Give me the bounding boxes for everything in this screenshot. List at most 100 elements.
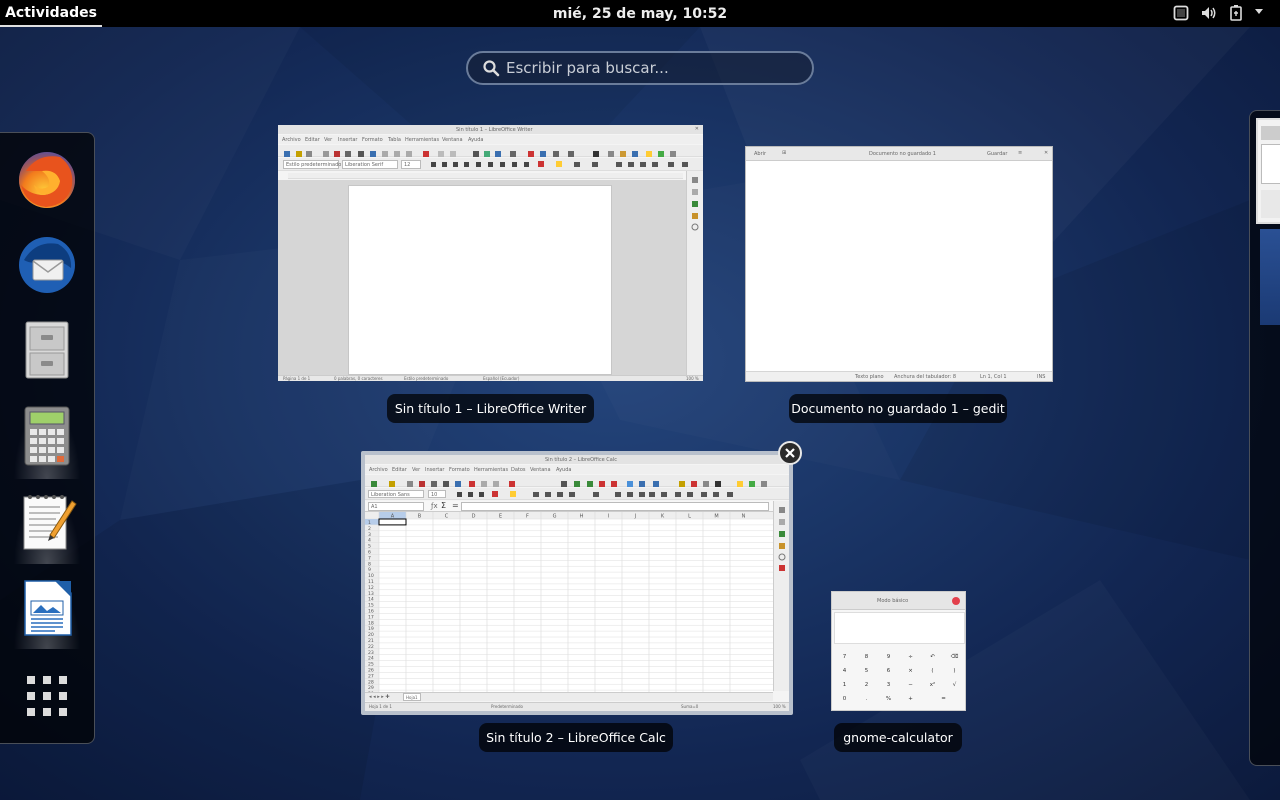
column-header[interactable]: H — [580, 514, 584, 520]
clock-label[interactable]: mié, 25 de may, 10:52 — [553, 6, 727, 22]
screen-icon[interactable] — [1173, 4, 1189, 22]
formatting-toolbar: Liberation Sans 10 — [365, 488, 789, 500]
workspace-1[interactable] — [1256, 118, 1280, 224]
calculator-key[interactable]: √ — [944, 678, 965, 691]
calculator-key[interactable]: ( — [922, 664, 943, 677]
calculator-key[interactable]: 8 — [856, 650, 877, 663]
calculator-key[interactable]: 4 — [834, 664, 855, 677]
clock: mié, 25 de may, 10:52 — [0, 0, 1280, 27]
window-calculator[interactable]: Modo básico 7 8 9 ÷ ↶ ⌫ 4 5 6 ×() 1 2 3− x² √ 0.% + = — [831, 591, 966, 711]
volume-icon[interactable] — [1200, 4, 1218, 22]
column-header[interactable]: L — [688, 514, 691, 520]
status-words: 0 palabras, 0 caracteres — [334, 376, 383, 381]
status-style: Estilo predeterminado — [404, 376, 449, 381]
column-header[interactable]: N — [742, 514, 746, 520]
column-header[interactable]: B — [418, 514, 422, 520]
calculator-key[interactable]: = — [922, 692, 965, 705]
calculator-display — [834, 612, 965, 644]
menu-item: Insertar — [425, 467, 445, 473]
window-caption[interactable]: Documento no guardado 1 – gedit — [789, 394, 1007, 423]
header-bar: Abrir ⊞ Documento no guardado 1 Guardar … — [746, 147, 1052, 161]
calculator-key[interactable]: − — [900, 678, 921, 691]
menu-item: Ver — [324, 137, 333, 143]
menu-item: Datos — [511, 467, 526, 473]
column-header[interactable]: F — [526, 514, 529, 520]
formula-bar: A1 ƒx Σ = — [365, 501, 773, 512]
activities-button[interactable]: Actividades — [0, 0, 102, 27]
calculator-key[interactable]: + — [900, 692, 921, 705]
column-header[interactable]: G — [553, 514, 557, 520]
calculator-key[interactable]: ) — [944, 664, 965, 677]
document-page[interactable] — [348, 185, 612, 375]
text-area[interactable] — [746, 161, 1052, 371]
window-caption[interactable]: Sin título 1 – LibreOffice Writer — [387, 394, 594, 423]
calculator-key[interactable]: 1 — [834, 678, 855, 691]
show-applications-button[interactable] — [14, 663, 80, 729]
menu-bar: Archivo Editar Ver Insertar Formato Herr… — [365, 465, 789, 474]
window-calc[interactable]: Sin título 2 – LibreOffice Calc Archivo … — [365, 455, 789, 711]
window-title: Sin título 1 – LibreOffice Writer — [456, 127, 533, 133]
thunderbird-icon — [19, 237, 75, 293]
window-caption[interactable]: Sin título 2 – LibreOffice Calc — [479, 723, 673, 752]
dash-item-firefox[interactable] — [14, 147, 80, 213]
window-gedit[interactable]: Abrir ⊞ Documento no guardado 1 Guardar … — [745, 146, 1053, 382]
search-box — [466, 51, 814, 85]
spreadsheet-grid[interactable]: A B C D E F G H I J K L M N12345678910111213141516171… — [365, 512, 773, 692]
status-style: Predeterminado — [491, 704, 523, 709]
calculator-key[interactable]: ÷ — [900, 650, 921, 663]
open-button: Abrir — [754, 151, 767, 157]
dash-item-gedit[interactable] — [14, 489, 80, 555]
column-header[interactable]: C — [445, 514, 449, 520]
window-writer[interactable]: Sin título 1 – LibreOffice Writer ✕ Arch… — [278, 125, 703, 381]
dash-item-thunderbird[interactable] — [14, 232, 80, 298]
calculator-key[interactable]: 5 — [856, 664, 877, 677]
status-bar: Texto plano Anchura del tabulador: 8 Ln … — [746, 371, 1052, 381]
battery-icon[interactable] — [1228, 4, 1244, 22]
menu-item: Editar — [305, 137, 320, 143]
status-bar: Página 1 de 1 0 palabras, 0 caracteres E… — [278, 375, 703, 381]
close-icon — [952, 597, 960, 605]
calculator-key[interactable]: 9 — [878, 650, 899, 663]
window-title: Documento no guardado 1 — [869, 151, 936, 157]
column-header[interactable]: D — [472, 514, 476, 520]
status-sheet: Hoja 1 de 1 — [369, 704, 392, 709]
column-header[interactable]: M — [714, 514, 718, 520]
format-icons — [457, 491, 733, 497]
column-header[interactable]: I — [608, 514, 609, 520]
calculator-key[interactable]: × — [900, 664, 921, 677]
calculator-key[interactable]: 7 — [834, 650, 855, 663]
chevron-down-icon[interactable] — [1254, 8, 1264, 16]
column-header[interactable]: J — [634, 514, 636, 520]
menu-item: Archivo — [282, 137, 301, 143]
calculator-key[interactable]: 6 — [878, 664, 899, 677]
calculator-key[interactable]: ⌫ — [944, 650, 965, 663]
calculator-key[interactable]: 3 — [878, 678, 899, 691]
tab-width-selector: Anchura del tabulador: 8 — [894, 374, 957, 380]
calculator-key[interactable]: % — [878, 692, 899, 705]
save-button: Guardar — [987, 151, 1008, 157]
calculator-key[interactable]: x² — [922, 678, 943, 691]
search-input[interactable] — [506, 59, 796, 77]
menu-item: Ventana — [530, 467, 551, 473]
workspace-switcher — [1249, 110, 1280, 766]
dash-item-calculator[interactable] — [14, 403, 80, 469]
insert-mode: INS — [1037, 374, 1046, 380]
title-bar: Sin título 2 – LibreOffice Calc — [365, 455, 789, 464]
menu-item: Herramientas — [474, 467, 509, 473]
workspace-2[interactable] — [1260, 229, 1280, 325]
menu-item: Formato — [449, 467, 470, 473]
top-bar: Actividades mié, 25 de may, 10:52 — [0, 0, 1280, 27]
window-caption[interactable]: gnome-calculator — [834, 723, 962, 752]
calculator-icon — [24, 406, 70, 466]
calculator-key[interactable]: . — [856, 692, 877, 705]
column-header[interactable]: E — [499, 514, 502, 520]
status-bar: Hoja 1 de 1 Predeterminado Suma=0 100 % — [365, 702, 789, 711]
close-window-button[interactable] — [778, 441, 802, 465]
calculator-key[interactable]: ↶ — [922, 650, 943, 663]
dash-item-files[interactable] — [14, 317, 80, 383]
calculator-keypad: 7 8 9 ÷ ↶ ⌫ 4 5 6 ×() 1 2 3− x² √ 0.% + = — [834, 648, 965, 710]
calculator-key[interactable]: 0 — [834, 692, 855, 705]
dash-item-writer[interactable] — [14, 575, 80, 641]
app-grid-icon — [27, 676, 67, 716]
calculator-key[interactable]: 2 — [856, 678, 877, 691]
